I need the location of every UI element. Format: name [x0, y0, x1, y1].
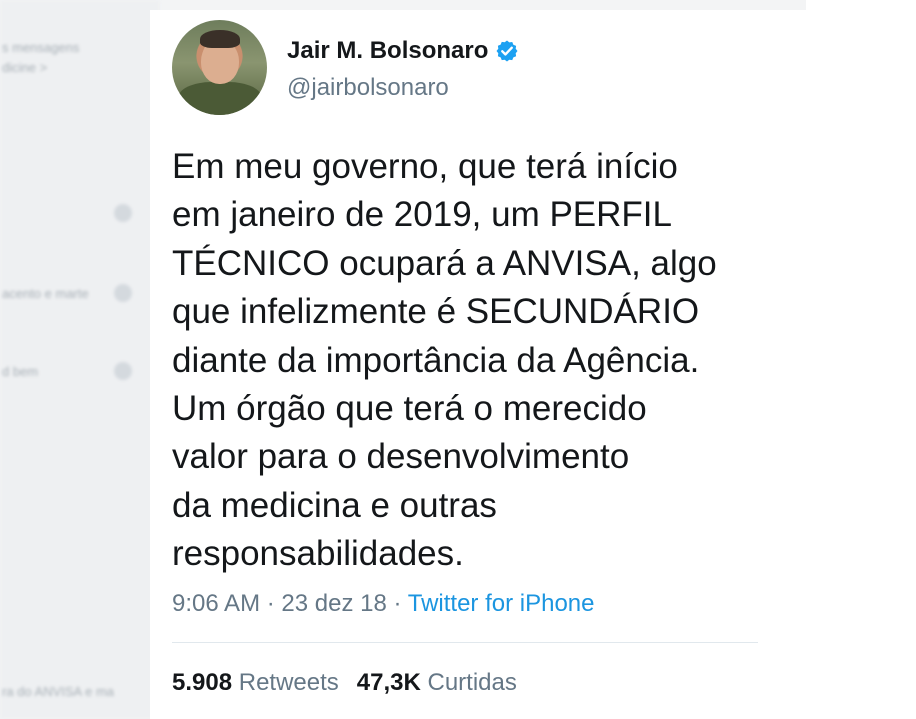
meta-separator: · [266, 590, 275, 617]
tweet-text-line: TÉCNICO ocupará a ANVISA, algo [172, 243, 717, 283]
background-text: s mensagens [2, 40, 80, 55]
username-handle[interactable]: @jairbolsonaro [287, 74, 449, 102]
tweet-text-line: Em meu governo, que terá início [172, 147, 678, 186]
background-icon [114, 284, 132, 302]
tweet-text-line: diante da importância da Agência. [172, 340, 700, 380]
display-name[interactable]: Jair M. Bolsonaro [287, 37, 488, 65]
tweet-metadata: 9:06 AM · 23 dez 18 · Twitter for iPhone [172, 590, 594, 618]
background-icon [114, 204, 132, 222]
tweet-date[interactable]: 23 dez 18 [281, 590, 386, 617]
tweet-card: Jair M. Bolsonaro @jairbolsonaro Em meu … [150, 10, 820, 719]
background-text: d bem [2, 364, 39, 379]
likes-count: 47,3K [356, 669, 421, 696]
background-text: ra do ANVISA e ma [2, 684, 115, 699]
retweets-stat[interactable]: 5.908 Retweets [172, 669, 339, 696]
likes-stat[interactable]: 47,3K Curtidas [357, 669, 517, 696]
tweet-text: Em meu governo, que terá início em janei… [172, 143, 792, 579]
tweet-text-line: que infelizmente é SECUNDÁRIO [172, 292, 700, 332]
background-text: acento e marte [2, 286, 89, 301]
author-name-row[interactable]: Jair M. Bolsonaro [287, 37, 519, 65]
meta-separator: · [393, 590, 402, 617]
background-icon [114, 362, 132, 380]
tweet-text-line: valor para o desenvolvimento [172, 437, 630, 477]
engagement-stats: 5.908 Retweets 47,3K Curtidas [172, 669, 517, 697]
background-text: dicine > [2, 60, 48, 75]
tweet-text-line: em janeiro de 2019, um PERFIL [172, 195, 672, 235]
tweet-text-line: responsabilidades. [172, 534, 464, 574]
likes-label: Curtidas [427, 669, 517, 696]
tweet-source-link[interactable]: Twitter for iPhone [408, 590, 595, 617]
tweet-text-line: da medicina e outras [172, 485, 497, 525]
tweet-text-line: Um órgão que terá o merecido [172, 389, 647, 429]
tweet-time[interactable]: 9:06 AM [172, 590, 260, 617]
divider [172, 642, 758, 643]
background-right-panel [806, 0, 916, 719]
verified-badge-icon [496, 40, 518, 62]
background-sidebar: s mensagens dicine > acento e marte d be… [0, 0, 160, 719]
retweets-label: Retweets [238, 669, 339, 696]
retweets-count: 5.908 [172, 669, 233, 696]
avatar[interactable] [172, 20, 267, 115]
